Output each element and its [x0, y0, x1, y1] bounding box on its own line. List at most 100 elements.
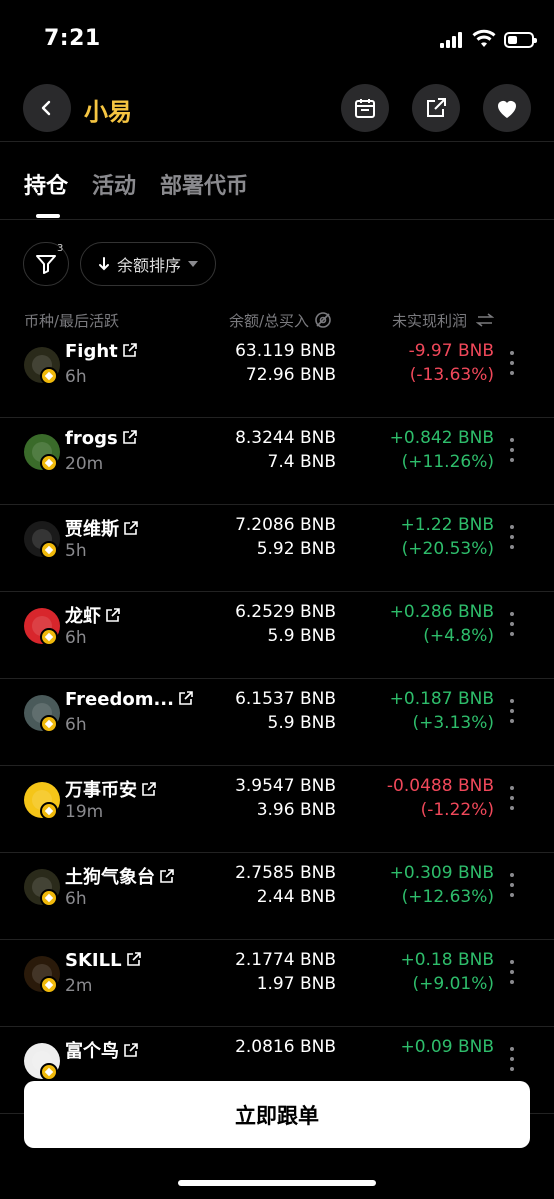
tab-activity[interactable]: 活动 — [92, 168, 136, 200]
unrealized-pnl-percent: (+20.53%) — [401, 539, 494, 559]
token-name[interactable]: Fight — [65, 341, 138, 362]
last-active-time: 20m — [65, 454, 104, 474]
status-bar: 7:21 — [0, 0, 554, 80]
token-name[interactable]: 龙虾 — [65, 602, 121, 628]
heart-icon — [498, 101, 516, 118]
unrealized-pnl-percent: (+4.8%) — [423, 626, 494, 646]
external-link-icon[interactable] — [123, 1042, 139, 1058]
external-link-icon[interactable] — [123, 520, 139, 536]
token-name[interactable]: Freedom... — [65, 689, 194, 710]
more-options-icon[interactable] — [508, 699, 516, 723]
total-bought-value: 5.9 BNB — [267, 626, 336, 646]
last-active-time: 2m — [65, 976, 93, 996]
more-options-icon[interactable] — [508, 1047, 516, 1071]
token-name[interactable]: frogs — [65, 428, 138, 449]
external-link-icon[interactable] — [126, 951, 142, 967]
balance-value: 7.2086 BNB — [235, 515, 336, 535]
external-link-icon[interactable] — [105, 607, 121, 623]
external-link-icon[interactable] — [159, 868, 175, 884]
bnb-chain-badge — [40, 367, 58, 385]
unrealized-pnl: -0.0488 BNB — [386, 776, 494, 796]
balance-value: 2.1774 BNB — [235, 950, 336, 970]
unrealized-pnl-percent: (+12.63%) — [401, 887, 494, 907]
external-link-icon[interactable] — [141, 781, 157, 797]
token-name[interactable]: 富个鸟 — [65, 1037, 139, 1063]
more-options-icon[interactable] — [508, 438, 516, 462]
holding-row[interactable]: Fight 6h 63.119 BNB 72.96 BNB -9.97 BNB … — [0, 331, 554, 418]
unrealized-pnl: +1.22 BNB — [400, 515, 494, 535]
home-indicator — [178, 1180, 376, 1186]
calendar-button[interactable] — [341, 84, 389, 132]
holding-row[interactable]: 万事币安 19m 3.9547 BNB 3.96 BNB -0.0488 BNB… — [0, 766, 554, 853]
unrealized-pnl: +0.187 BNB — [389, 689, 494, 709]
filter-icon — [36, 255, 56, 274]
tab-bar: 持仓 活动 部署代币 — [0, 160, 554, 220]
status-time: 7:21 — [44, 26, 101, 51]
holding-row[interactable]: 贾维斯 5h 7.2086 BNB 5.92 BNB +1.22 BNB (+2… — [0, 505, 554, 592]
balance-value: 6.1537 BNB — [235, 689, 336, 709]
last-active-time: 5h — [65, 541, 87, 561]
total-bought-value: 3.96 BNB — [256, 800, 336, 820]
balance-value: 6.2529 BNB — [235, 602, 336, 622]
holding-row[interactable]: Freedom... 6h 6.1537 BNB 5.9 BNB +0.187 … — [0, 679, 554, 766]
holding-row[interactable]: SKILL 2m 2.1774 BNB 1.97 BNB +0.18 BNB (… — [0, 940, 554, 1027]
swap-icon[interactable] — [475, 312, 495, 328]
total-bought-value: 2.44 BNB — [256, 887, 336, 907]
more-options-icon[interactable] — [508, 960, 516, 984]
tab-holdings[interactable]: 持仓 — [24, 168, 68, 200]
token-name[interactable]: 土狗气象台 — [65, 863, 175, 889]
unrealized-pnl-percent: (-13.63%) — [409, 365, 494, 385]
more-options-icon[interactable] — [508, 612, 516, 636]
bnb-chain-badge — [40, 541, 58, 559]
token-name[interactable]: SKILL — [65, 950, 142, 971]
last-active-time: 6h — [65, 715, 87, 735]
filter-count-badge: 3 — [57, 243, 64, 254]
arrow-down-icon — [99, 257, 109, 271]
more-options-icon[interactable] — [508, 873, 516, 897]
unrealized-pnl: +0.842 BNB — [389, 428, 494, 448]
total-bought-value: 1.97 BNB — [256, 974, 336, 994]
sort-dropdown[interactable]: 余额排序 — [80, 242, 217, 286]
unrealized-pnl-percent: (+11.26%) — [401, 452, 494, 472]
favorite-button[interactable] — [483, 84, 531, 132]
tab-deployed-tokens[interactable]: 部署代币 — [160, 168, 248, 200]
external-link-icon[interactable] — [122, 342, 138, 358]
bnb-chain-badge — [40, 628, 58, 646]
holding-row[interactable]: 土狗气象台 6h 2.7585 BNB 2.44 BNB +0.309 BNB … — [0, 853, 554, 940]
bnb-chain-badge — [40, 715, 58, 733]
balance-value: 2.0816 BNB — [235, 1037, 336, 1057]
total-bought-value: 72.96 BNB — [245, 365, 336, 385]
column-header-pnl[interactable]: 未实现利润 — [392, 310, 495, 331]
balance-value: 8.3244 BNB — [235, 428, 336, 448]
balance-value: 3.9547 BNB — [235, 776, 336, 796]
more-options-icon[interactable] — [508, 786, 516, 810]
external-link-icon[interactable] — [178, 690, 194, 706]
more-options-icon[interactable] — [508, 525, 516, 549]
bnb-chain-badge — [40, 454, 58, 472]
holding-row[interactable]: 龙虾 6h 6.2529 BNB 5.9 BNB +0.286 BNB (+4.… — [0, 592, 554, 679]
unrealized-pnl-percent: (+3.13%) — [412, 713, 494, 733]
token-name[interactable]: 贾维斯 — [65, 515, 139, 541]
calendar-icon — [355, 99, 375, 118]
unrealized-pnl: +0.286 BNB — [389, 602, 494, 622]
page-title: 小易 — [84, 98, 132, 126]
token-name[interactable]: 万事币安 — [65, 776, 157, 802]
external-link-icon — [427, 98, 446, 117]
chevron-left-icon — [41, 100, 51, 116]
back-button[interactable] — [23, 84, 71, 132]
column-header-balance[interactable]: 余额/总买入 — [229, 310, 332, 331]
unrealized-pnl: +0.18 BNB — [400, 950, 494, 970]
follow-button[interactable]: 立即跟单 — [24, 1081, 530, 1148]
header: 小易 — [0, 84, 554, 142]
hide-balance-icon[interactable] — [314, 311, 332, 329]
wifi-icon — [472, 29, 496, 49]
last-active-time: 19m — [65, 802, 104, 822]
more-options-icon[interactable] — [508, 351, 516, 375]
signal-icon — [440, 32, 466, 48]
total-bought-value: 5.92 BNB — [256, 539, 336, 559]
unrealized-pnl-percent: (+9.01%) — [412, 974, 494, 994]
holding-row[interactable]: frogs 20m 8.3244 BNB 7.4 BNB +0.842 BNB … — [0, 418, 554, 505]
external-link-icon[interactable] — [122, 429, 138, 445]
total-bought-value: 7.4 BNB — [267, 452, 336, 472]
share-button[interactable] — [412, 84, 460, 132]
